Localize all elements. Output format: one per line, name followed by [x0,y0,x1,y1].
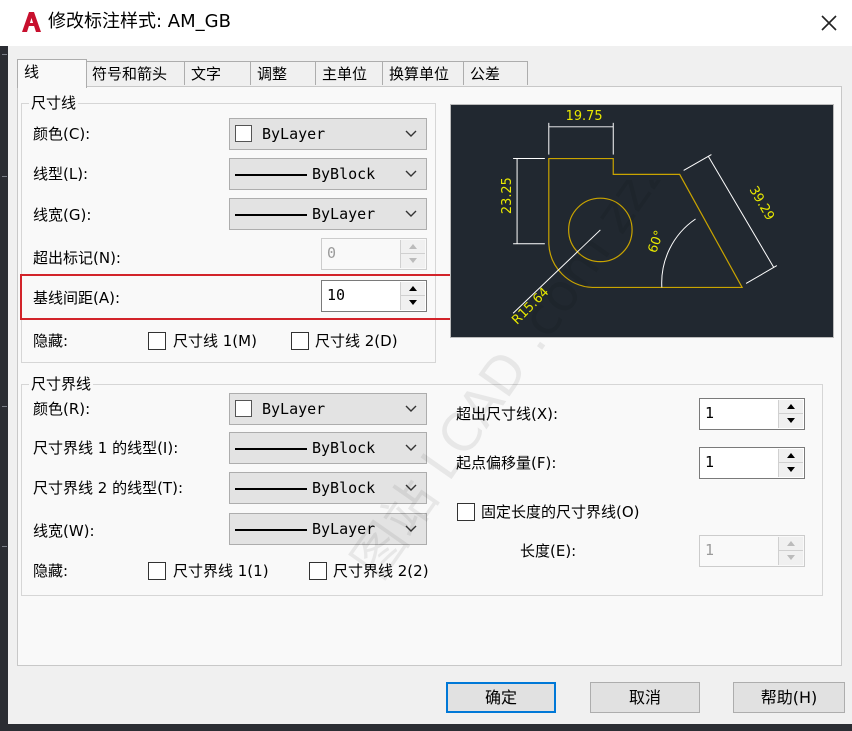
line-sample [235,529,307,531]
ext-color-dropdown[interactable]: ByLayer [229,393,427,425]
ext2-linetype-label: 尺寸界线 2 的线型(T): [33,479,184,497]
ext-lineweight-label: 线宽(W): [33,522,95,540]
line-sample [235,214,307,216]
chevron-down-icon [405,130,417,137]
chevron-down-icon [405,170,417,177]
ext-color-value: ByLayer [262,400,326,418]
ext-lines-group-title: 尺寸界线 [29,375,94,393]
ext-suppress-label: 隐藏: [33,562,69,580]
tab-symbols-arrows[interactable]: 符号和箭头 [85,61,185,85]
preview-radius: R15.64 [509,285,552,328]
offset-origin-spinner[interactable]: 1 [699,447,805,479]
spinner-down-button[interactable] [779,414,803,428]
tab-fit[interactable]: 调整 [250,61,316,85]
extend-beyond-label: 超出尺寸线(X): [456,405,559,423]
highlight-box [20,274,454,320]
tab-alternate-units[interactable]: 换算单位 [382,61,464,85]
dim-lineweight-value: ByLayer [312,205,376,223]
dim-lineweight-label: 线宽(G): [33,206,92,224]
dim-suppress-label: 隐藏: [33,332,69,350]
dim-color-dropdown[interactable]: ByLayer [229,118,427,150]
ext2-linetype-dropdown[interactable]: ByBlock [229,472,427,504]
extend-beyond-spinner[interactable]: 1 [699,398,805,430]
extend-beyond-value: 1 [705,404,715,422]
suppress-dimline1-checkbox[interactable] [148,332,166,350]
triangle-up-icon [409,244,417,249]
length-label: 长度(E): [520,542,577,560]
dimension-preview: 19.75 23.25 39.29 60° R15.64 [450,104,834,338]
dim-lineweight-dropdown[interactable]: ByLayer [229,198,427,230]
spinner-down-button[interactable] [401,254,425,268]
preview-dim-left: 23.25 [500,177,515,214]
ext1-linetype-value: ByBlock [312,439,376,457]
ext1-linetype-label: 尺寸界线 1 的线型(I): [33,439,179,457]
chevron-down-icon [405,484,417,491]
ok-button[interactable]: 确定 [446,682,556,713]
extend-ticks-value: 0 [327,244,337,262]
suppress-dimline2-label: 尺寸线 2(D) [315,332,398,350]
preview-angle: 60° [646,229,668,256]
suppress-ext1-label: 尺寸界线 1(1) [173,562,269,580]
spinner-up-button[interactable] [401,240,425,254]
cancel-button[interactable]: 取消 [590,682,700,713]
color-swatch [235,125,252,142]
chevron-down-icon [405,525,417,532]
dim-color-value: ByLayer [262,125,326,143]
suppress-ext2-label: 尺寸界线 2(2) [333,562,429,580]
help-button[interactable]: 帮助(H) [733,682,845,713]
preview-dim-right: 39.29 [746,184,777,223]
window-title: 修改标注样式: AM_GB [48,11,231,32]
triangle-down-icon [787,418,795,423]
autocad-a-icon [22,12,41,32]
triangle-up-icon [787,404,795,409]
fixed-length-label: 固定长度的尺寸界线(O) [481,503,640,521]
line-sample [235,448,307,450]
triangle-down-icon [409,258,417,263]
chevron-down-icon [405,210,417,217]
ext1-linetype-dropdown[interactable]: ByBlock [229,432,427,464]
extend-ticks-label: 超出标记(N): [33,249,121,267]
dim-linetype-value: ByBlock [312,165,376,183]
spinner-down-button[interactable] [779,551,803,565]
tab-text[interactable]: 文字 [184,61,251,85]
background-canvas-strip [0,46,8,731]
tab-primary-units[interactable]: 主单位 [315,61,383,85]
offset-origin-label: 起点偏移量(F): [456,454,557,472]
dim-linetype-label: 线型(L): [33,165,89,183]
triangle-up-icon [787,453,795,458]
preview-dim-top: 19.75 [566,109,603,124]
triangle-down-icon [787,467,795,472]
close-icon[interactable] [812,6,846,40]
extend-ticks-spinner[interactable]: 0 [321,238,427,270]
ext-lineweight-dropdown[interactable]: ByLayer [229,513,427,545]
chevron-down-icon [405,444,417,451]
triangle-up-icon [787,541,795,546]
spinner-up-button[interactable] [779,537,803,551]
spinner-up-button[interactable] [779,400,803,414]
dim-linetype-dropdown[interactable]: ByBlock [229,158,427,190]
tab-tolerances[interactable]: 公差 [463,61,528,85]
triangle-down-icon [787,555,795,560]
background-canvas-strip-bottom [0,724,852,731]
spinner-up-button[interactable] [779,449,803,463]
ext-lineweight-value: ByLayer [312,520,376,538]
suppress-ext2-checkbox[interactable] [309,562,327,580]
color-swatch [235,400,252,417]
chevron-down-icon [405,405,417,412]
spinner-down-button[interactable] [779,463,803,477]
suppress-dimline2-checkbox[interactable] [291,332,309,350]
line-sample [235,174,307,176]
dim-lines-group-title: 尺寸线 [29,94,79,112]
fixed-length-checkbox[interactable] [457,503,475,521]
tab-lines[interactable]: 线 [17,59,87,88]
suppress-dimline1-label: 尺寸线 1(M) [173,332,257,350]
length-spinner[interactable]: 1 [699,535,805,567]
ext-color-label: 颜色(R): [33,400,91,418]
ext2-linetype-value: ByBlock [312,479,376,497]
length-value: 1 [705,541,715,559]
offset-origin-value: 1 [705,453,715,471]
suppress-ext1-checkbox[interactable] [148,562,166,580]
line-sample [235,488,307,490]
dim-color-label: 颜色(C): [33,125,91,143]
